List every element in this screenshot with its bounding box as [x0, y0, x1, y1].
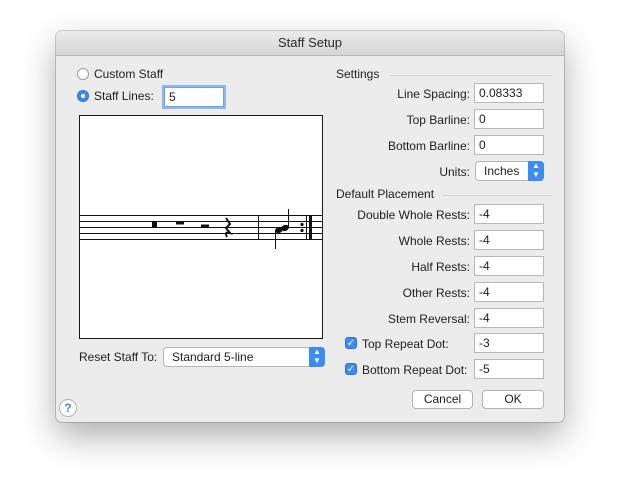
top-repeat-dot-input[interactable]: -3 [474, 333, 544, 353]
reset-staff-label: Reset Staff To: [79, 350, 158, 364]
units-value: Inches [484, 164, 520, 178]
default-placement-header: Default Placement [336, 187, 435, 201]
double-whole-rests-input[interactable]: -4 [474, 204, 544, 224]
checkmark-icon: ✓ [346, 338, 356, 349]
bottom-repeat-dot-input[interactable]: -5 [474, 359, 544, 379]
help-button[interactable]: ? [59, 399, 77, 417]
bottom-repeat-dot-label[interactable]: Bottom Repeat Dot: [362, 363, 467, 377]
reset-staff-popup[interactable]: Standard 5-line ▲ ▼ [163, 347, 325, 367]
reset-staff-value: Standard 5-line [172, 350, 254, 364]
staff-preview [79, 115, 323, 339]
window-title: Staff Setup [56, 31, 564, 56]
half-rests-input[interactable]: -4 [474, 256, 544, 276]
staff-lines-radio[interactable] [77, 90, 89, 102]
staff-lines-input[interactable]: 5 [164, 87, 224, 107]
stem-reversal-input[interactable]: -4 [474, 308, 544, 328]
bottom-barline-input[interactable]: 0 [474, 135, 544, 155]
units-popup[interactable]: Inches ▲ ▼ [475, 161, 544, 181]
stem-reversal-label: Stem Reversal: [387, 312, 470, 326]
question-mark-icon: ? [64, 401, 72, 415]
other-rests-label: Other Rests: [402, 286, 470, 300]
settings-header: Settings [336, 67, 380, 81]
top-barline-label: Top Barline: [406, 113, 470, 127]
units-label: Units: [439, 165, 470, 179]
ok-button[interactable]: OK [482, 390, 544, 409]
half-rest [201, 224, 209, 228]
custom-staff-radio[interactable] [77, 68, 89, 80]
bottom-repeat-dot-checkbox[interactable]: ✓ [345, 363, 357, 375]
whole-rests-label: Whole Rests: [398, 234, 470, 248]
other-rests-input[interactable]: -4 [474, 282, 544, 302]
repeat-thick-barline [309, 215, 312, 240]
placement-divider [442, 195, 552, 196]
double-whole-rests-label: Double Whole Rests: [357, 208, 470, 222]
bottom-barline-label: Bottom Barline: [387, 139, 470, 153]
staff-preview-graphic [80, 209, 322, 249]
custom-staff-label[interactable]: Custom Staff [94, 67, 163, 81]
half-rests-label: Half Rests: [411, 260, 470, 274]
settings-divider [390, 75, 552, 76]
repeat-dot-top [300, 222, 304, 227]
staff-lines-label[interactable]: Staff Lines: [94, 89, 154, 103]
repeat-dot-bottom [300, 228, 304, 233]
top-repeat-dot-label[interactable]: Top Repeat Dot: [362, 337, 449, 351]
top-barline-input[interactable]: 0 [474, 109, 544, 129]
up-down-chevron-icon: ▲ ▼ [528, 161, 544, 181]
cancel-button[interactable]: Cancel [412, 390, 473, 409]
whole-rests-input[interactable]: -4 [474, 230, 544, 250]
checkmark-icon: ✓ [346, 364, 356, 375]
up-down-chevron-icon: ▲ ▼ [309, 347, 325, 367]
top-repeat-dot-checkbox[interactable]: ✓ [345, 337, 357, 349]
double-whole-rest [152, 221, 157, 228]
staff-setup-dialog: Staff Setup Custom Staff Staff Lines: 5 [56, 31, 564, 422]
line-spacing-label: Line Spacing: [397, 87, 470, 101]
line-spacing-input[interactable]: 0.08333 [474, 83, 544, 103]
whole-rest [176, 221, 184, 225]
